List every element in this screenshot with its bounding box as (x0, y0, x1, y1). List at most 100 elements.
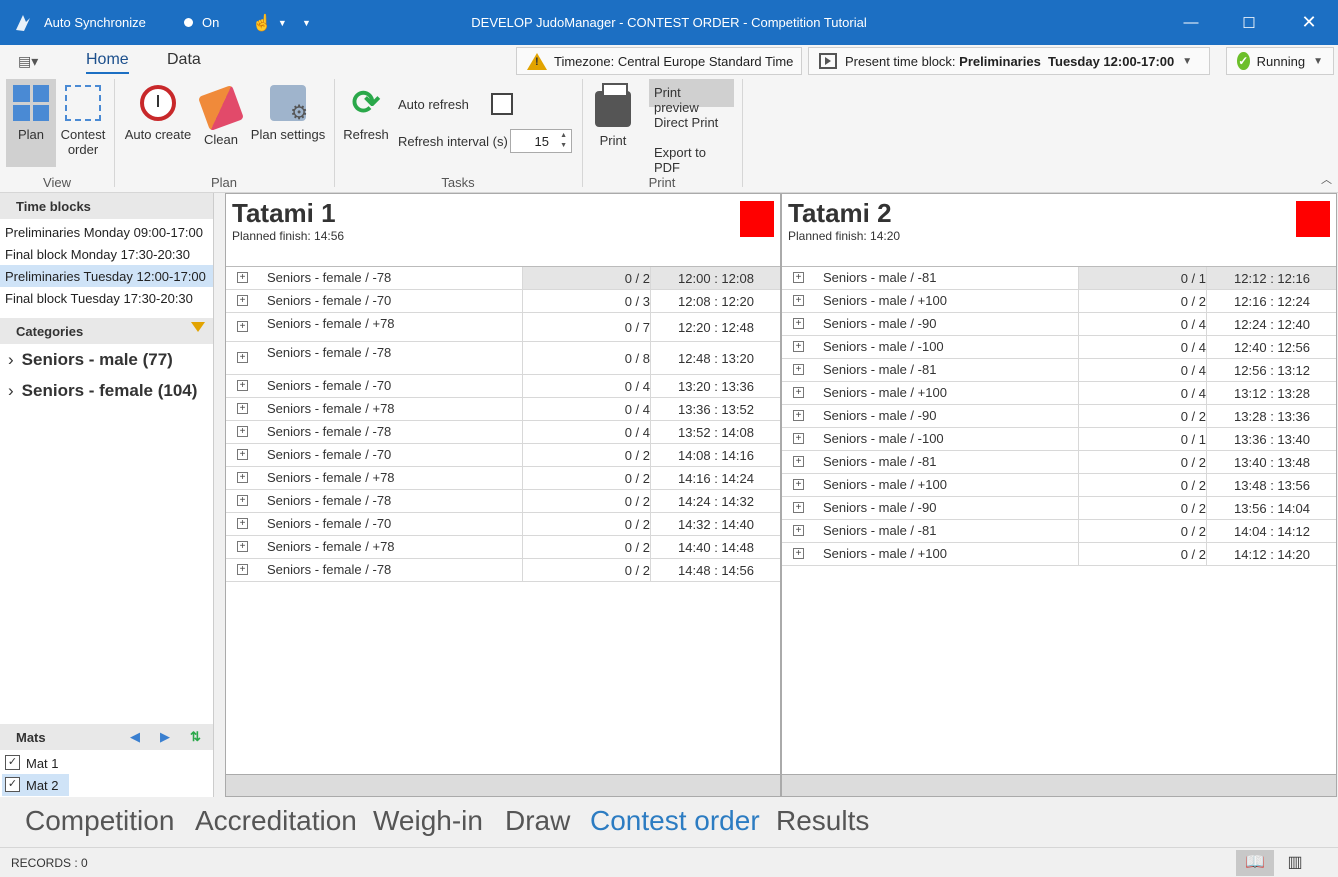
contest-row[interactable]: + Seniors - male / +100 0 / 2 14:12 : 14:20 (782, 543, 1336, 566)
tab-home[interactable]: Home (86, 51, 129, 74)
direct-print-button[interactable]: Direct Print (649, 109, 734, 137)
nav-contest-order[interactable]: Contest order (590, 805, 760, 837)
expand-icon[interactable]: + (237, 321, 248, 332)
expand-icon[interactable]: + (237, 352, 248, 363)
time-block-item[interactable]: Final block Tuesday 17:30-20:30 (0, 287, 213, 309)
previous-mat-icon[interactable]: ◀ (130, 729, 140, 745)
chevron-right-icon[interactable]: › (8, 350, 14, 369)
expand-icon[interactable]: + (793, 525, 804, 536)
contest-row[interactable]: + Seniors - male / -81 0 / 4 12:56 : 13:12 (782, 359, 1336, 382)
nav-weigh-in[interactable]: Weigh-in (373, 805, 483, 837)
contest-row[interactable]: + Seniors - male / -100 0 / 1 13:36 : 13:40 (782, 428, 1336, 451)
horizontal-scrollbar[interactable] (782, 774, 1336, 796)
expand-icon[interactable]: + (793, 456, 804, 467)
clean-button[interactable]: Clean (197, 79, 245, 147)
nav-competition[interactable]: Competition (25, 805, 174, 837)
expand-icon[interactable]: + (237, 295, 248, 306)
present-time-block-dropdown[interactable]: Present time block: Preliminaries Tuesda… (808, 47, 1210, 75)
next-mat-icon[interactable]: ▶ (160, 729, 170, 745)
mat-item[interactable]: ✓ Mat 1 (2, 752, 69, 774)
expand-icon[interactable]: + (237, 449, 248, 460)
contest-row[interactable]: + Seniors - female / -70 0 / 4 13:20 : 13:3… (226, 375, 780, 398)
contest-row[interactable]: + Seniors - female / -78 0 / 8 12:48 : 13:2… (226, 342, 780, 375)
spin-up-icon[interactable]: ▲ (560, 132, 567, 139)
contest-row[interactable]: + Seniors - female / +78 0 / 7 12:20 : 12:4… (226, 313, 780, 342)
contest-row[interactable]: + Seniors - male / -90 0 / 2 13:56 : 14:04 (782, 497, 1336, 520)
checkbox-checked-icon[interactable]: ✓ (5, 755, 20, 770)
nav-draw[interactable]: Draw (505, 805, 570, 837)
print-preview-button[interactable]: Print preview (649, 79, 734, 115)
expand-icon[interactable]: + (237, 564, 248, 575)
mat-item[interactable]: ✓ Mat 2 (2, 774, 69, 796)
expand-icon[interactable]: + (237, 272, 248, 283)
refresh-interval-spinner[interactable]: 15 ▲ ▼ (510, 129, 572, 153)
touch-mode-button[interactable]: ☝ ▼ (252, 0, 287, 45)
checkbox-checked-icon[interactable]: ✓ (5, 777, 20, 792)
nav-results[interactable]: Results (776, 805, 869, 837)
expand-icon[interactable]: + (237, 426, 248, 437)
chevron-right-icon[interactable]: › (8, 381, 14, 400)
category-item[interactable]: › Seniors - male (77) (8, 350, 173, 370)
expand-icon[interactable]: + (793, 410, 804, 421)
contest-row[interactable]: + Seniors - male / +100 0 / 4 13:12 : 13:28 (782, 382, 1336, 405)
contest-row[interactable]: + Seniors - female / -70 0 / 3 12:08 : 12:2… (226, 290, 780, 313)
expand-icon[interactable]: + (793, 364, 804, 375)
expand-icon[interactable]: + (237, 403, 248, 414)
close-button[interactable]: ✕ (1280, 0, 1338, 45)
collapse-ribbon-icon[interactable]: ︿ (1321, 171, 1332, 187)
contest-row[interactable]: + Seniors - female / +78 0 / 2 14:16 : 14:2… (226, 467, 780, 490)
expand-icon[interactable]: + (793, 548, 804, 559)
contest-row[interactable]: + Seniors - male / +100 0 / 2 12:16 : 12:24 (782, 290, 1336, 313)
sort-icon[interactable]: ⇅ (190, 729, 201, 745)
time-block-item[interactable]: Preliminaries Monday 09:00-17:00 (0, 221, 213, 243)
auto-refresh-checkbox[interactable] (491, 93, 513, 115)
plan-view-button[interactable]: Plan (6, 79, 56, 167)
timezone-indicator[interactable]: Timezone: Central Europe Standard Time (516, 47, 802, 75)
expand-icon[interactable]: + (237, 472, 248, 483)
expand-icon[interactable]: + (793, 295, 804, 306)
app-menu-icon[interactable]: ▤▾ (18, 53, 46, 71)
expand-icon[interactable]: + (793, 318, 804, 329)
horizontal-scrollbar[interactable] (226, 774, 780, 796)
contest-row[interactable]: + Seniors - female / -78 0 / 2 14:48 : 14:5… (226, 559, 780, 582)
tab-data[interactable]: Data (167, 51, 201, 72)
export-pdf-button[interactable]: Export to PDF (649, 139, 734, 175)
auto-sync-toggle[interactable]: On (184, 0, 219, 45)
expand-icon[interactable]: + (793, 387, 804, 398)
contest-row[interactable]: + Seniors - female / +78 0 / 2 14:40 : 14:4… (226, 536, 780, 559)
contest-row[interactable]: + Seniors - female / -70 0 / 2 14:32 : 14:4… (226, 513, 780, 536)
expand-icon[interactable]: + (793, 272, 804, 283)
minimize-button[interactable]: — (1162, 0, 1220, 45)
expand-icon[interactable]: + (237, 518, 248, 529)
contest-row[interactable]: + Seniors - male / +100 0 / 2 13:48 : 13:56 (782, 474, 1336, 497)
reading-view-icon[interactable]: 📖 (1236, 850, 1274, 876)
time-block-item[interactable]: Preliminaries Tuesday 12:00-17:00 (0, 265, 213, 287)
plan-settings-button[interactable]: Plan settings (248, 79, 328, 142)
contest-row[interactable]: + Seniors - female / +78 0 / 4 13:36 : 13:5… (226, 398, 780, 421)
contest-row[interactable]: + Seniors - male / -100 0 / 4 12:40 : 12:56 (782, 336, 1336, 359)
time-block-item[interactable]: Final block Monday 17:30-20:30 (0, 243, 213, 265)
spin-down-icon[interactable]: ▼ (560, 142, 567, 149)
quick-access-dropdown[interactable]: ▼ (302, 0, 311, 45)
status-dropdown[interactable]: ✓ Running ▼ (1226, 47, 1334, 75)
contest-row[interactable]: + Seniors - female / -78 0 / 4 13:52 : 14:0… (226, 421, 780, 444)
auto-create-button[interactable]: Auto create (120, 79, 196, 142)
layout-view-icon[interactable]: ▥ (1276, 850, 1314, 876)
refresh-button[interactable]: ⟳ Refresh (340, 79, 392, 142)
expand-icon[interactable]: + (793, 479, 804, 490)
contest-order-view-button[interactable]: Contest order (58, 79, 108, 167)
contest-row[interactable]: + Seniors - male / -81 0 / 1 12:12 : 12:16 (782, 267, 1336, 290)
category-item[interactable]: › Seniors - female (104) (8, 381, 197, 401)
expand-icon[interactable]: + (237, 495, 248, 506)
filter-icon[interactable] (191, 322, 205, 332)
contest-row[interactable]: + Seniors - female / -70 0 / 2 14:08 : 14:1… (226, 444, 780, 467)
maximize-button[interactable]: ☐ (1220, 0, 1278, 45)
contest-row[interactable]: + Seniors - female / -78 0 / 2 12:00 : 12:0… (226, 267, 780, 290)
contest-row[interactable]: + Seniors - female / -78 0 / 2 14:24 : 14:3… (226, 490, 780, 513)
expand-icon[interactable]: + (793, 502, 804, 513)
expand-icon[interactable]: + (793, 341, 804, 352)
print-button[interactable]: Print (590, 79, 636, 148)
contest-row[interactable]: + Seniors - male / -81 0 / 2 14:04 : 14:12 (782, 520, 1336, 543)
expand-icon[interactable]: + (237, 541, 248, 552)
contest-row[interactable]: + Seniors - male / -90 0 / 4 12:24 : 12:40 (782, 313, 1336, 336)
